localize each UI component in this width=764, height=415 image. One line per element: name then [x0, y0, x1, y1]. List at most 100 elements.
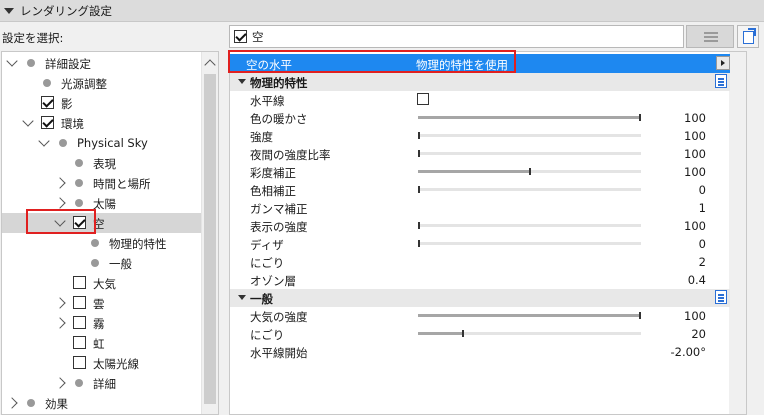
slider-knob[interactable] — [639, 114, 641, 121]
property-slider[interactable] — [418, 132, 641, 139]
slider-knob[interactable] — [418, 240, 420, 247]
property-row[interactable]: にごり 20 — [230, 325, 730, 343]
chevron-right-icon[interactable] — [6, 397, 18, 409]
properties-panel[interactable]: 空の水平 物理的特性を使用 物理的特性 水平線 色の暖かさ 100 強度 100 夜間の強度… — [229, 51, 747, 415]
tree-item-checkbox[interactable] — [73, 316, 86, 329]
sky-checkbox[interactable] — [234, 30, 247, 43]
chevron-down-icon[interactable] — [38, 135, 50, 147]
tree-item[interactable]: 物理的特性 — [2, 233, 202, 253]
property-row[interactable]: 色相補正 0 — [230, 181, 730, 199]
slider-fill — [418, 170, 530, 173]
property-value[interactable]: -2.00° — [670, 345, 706, 359]
tree-item[interactable]: 表現 — [2, 153, 202, 173]
list-view-button[interactable] — [686, 25, 734, 48]
tree-item[interactable]: 環境 — [2, 113, 202, 133]
tree-scroll-thumb[interactable] — [204, 74, 216, 404]
property-slider[interactable] — [418, 330, 641, 337]
chevron-right-icon[interactable] — [54, 197, 66, 209]
chevron-right-icon[interactable] — [54, 177, 66, 189]
property-slider[interactable] — [418, 168, 641, 175]
export-button[interactable] — [737, 25, 759, 48]
property-row[interactable]: 大気の強度 100 — [230, 307, 730, 325]
property-slider[interactable] — [418, 222, 641, 229]
property-slider[interactable] — [418, 114, 641, 121]
chevron-right-icon[interactable] — [54, 377, 66, 389]
tree-item[interactable]: 一般 — [2, 253, 202, 273]
property-row[interactable]: 表示の強度 100 — [230, 217, 730, 235]
property-value[interactable]: 0.4 — [688, 273, 706, 287]
property-row[interactable]: 水平線 — [230, 91, 730, 109]
property-row[interactable]: ガンマ補正 1 — [230, 199, 730, 217]
tree-item[interactable]: 効果 — [2, 393, 202, 413]
property-value[interactable]: 2 — [699, 255, 706, 269]
property-row[interactable]: 夜間の強度比率 100 — [230, 145, 730, 163]
slider-knob[interactable] — [462, 330, 464, 337]
tree-item[interactable]: 時間と場所 — [2, 173, 202, 193]
tree-item[interactable]: 虹 — [2, 333, 202, 353]
tree-item[interactable]: 雲 — [2, 293, 202, 313]
section-header[interactable]: 物理的特性 — [230, 73, 730, 91]
collapse-triangle-icon[interactable] — [238, 79, 246, 84]
property-row[interactable]: 強度 100 — [230, 127, 730, 145]
chevron-up-icon[interactable] — [204, 59, 216, 71]
play-arrow-button[interactable] — [716, 56, 730, 70]
tree-item-checkbox[interactable] — [73, 336, 86, 349]
select-settings-label: 設定を選択: — [2, 31, 64, 45]
selected-setting-bar[interactable]: 空 — [229, 25, 684, 48]
tree-item[interactable]: 詳細 — [2, 373, 202, 393]
property-row[interactable]: 彩度補正 100 — [230, 163, 730, 181]
tree-item-checkbox[interactable] — [73, 296, 86, 309]
tree-item-checkbox[interactable] — [41, 116, 54, 129]
property-row[interactable]: オゾン層 0.4 — [230, 271, 730, 289]
slider-knob[interactable] — [639, 312, 641, 319]
chevron-down-icon[interactable] — [6, 55, 18, 67]
property-value[interactable]: 100 — [684, 165, 706, 179]
property-value[interactable]: 100 — [684, 147, 706, 161]
property-value[interactable]: 100 — [684, 309, 706, 323]
tree-item[interactable]: 影 — [2, 93, 202, 113]
tree-item[interactable]: 霧 — [2, 313, 202, 333]
section-header[interactable]: 一般 — [230, 289, 730, 307]
property-value[interactable]: 1 — [699, 201, 706, 215]
property-value[interactable]: 0 — [699, 183, 706, 197]
tree-item[interactable]: 太陽光線 — [2, 353, 202, 373]
tree-item-checkbox[interactable] — [73, 276, 86, 289]
property-value[interactable]: 100 — [684, 219, 706, 233]
property-value[interactable]: 100 — [684, 129, 706, 143]
property-value[interactable]: 20 — [691, 327, 706, 341]
section-settings-icon[interactable] — [715, 74, 727, 88]
property-value[interactable]: 100 — [684, 111, 706, 125]
tree-scrollbar[interactable] — [201, 52, 218, 414]
property-value[interactable]: 0 — [699, 237, 706, 251]
panel-scrollbar[interactable] — [729, 52, 746, 414]
property-row[interactable]: 色の暖かさ 100 — [230, 109, 730, 127]
property-row[interactable]: 水平線開始 -2.00° — [230, 343, 730, 361]
slider-knob[interactable] — [418, 150, 420, 157]
tree-item-label: 一般 — [109, 257, 132, 271]
tree-item-checkbox[interactable] — [73, 356, 86, 369]
tree-item[interactable]: Physical Sky — [2, 133, 202, 153]
slider-knob[interactable] — [418, 222, 420, 229]
tree-item[interactable]: 大気 — [2, 273, 202, 293]
tree-item-checkbox[interactable] — [41, 96, 54, 109]
property-slider[interactable] — [418, 240, 641, 247]
property-row[interactable]: ディザ 0 — [230, 235, 730, 253]
tree-item[interactable]: 光源調整 — [2, 73, 202, 93]
collapse-triangle-icon[interactable] — [4, 7, 14, 14]
property-slider[interactable] — [418, 150, 641, 157]
property-slider[interactable] — [418, 312, 641, 319]
property-checkbox[interactable] — [417, 93, 429, 105]
property-slider[interactable] — [418, 186, 641, 193]
chevron-down-icon[interactable] — [22, 115, 34, 127]
window-title-bar[interactable]: レンダリング設定 — [0, 0, 764, 22]
section-settings-icon[interactable] — [715, 290, 727, 304]
property-row[interactable]: にごり 2 — [230, 253, 730, 271]
slider-knob[interactable] — [529, 168, 531, 175]
tree-item[interactable]: 詳細設定 — [2, 53, 202, 73]
chevron-right-icon[interactable] — [54, 297, 66, 309]
tree-item-label: 太陽光線 — [93, 357, 139, 371]
collapse-triangle-icon[interactable] — [238, 295, 246, 300]
slider-knob[interactable] — [418, 186, 420, 193]
slider-knob[interactable] — [418, 132, 420, 139]
chevron-right-icon[interactable] — [54, 317, 66, 329]
